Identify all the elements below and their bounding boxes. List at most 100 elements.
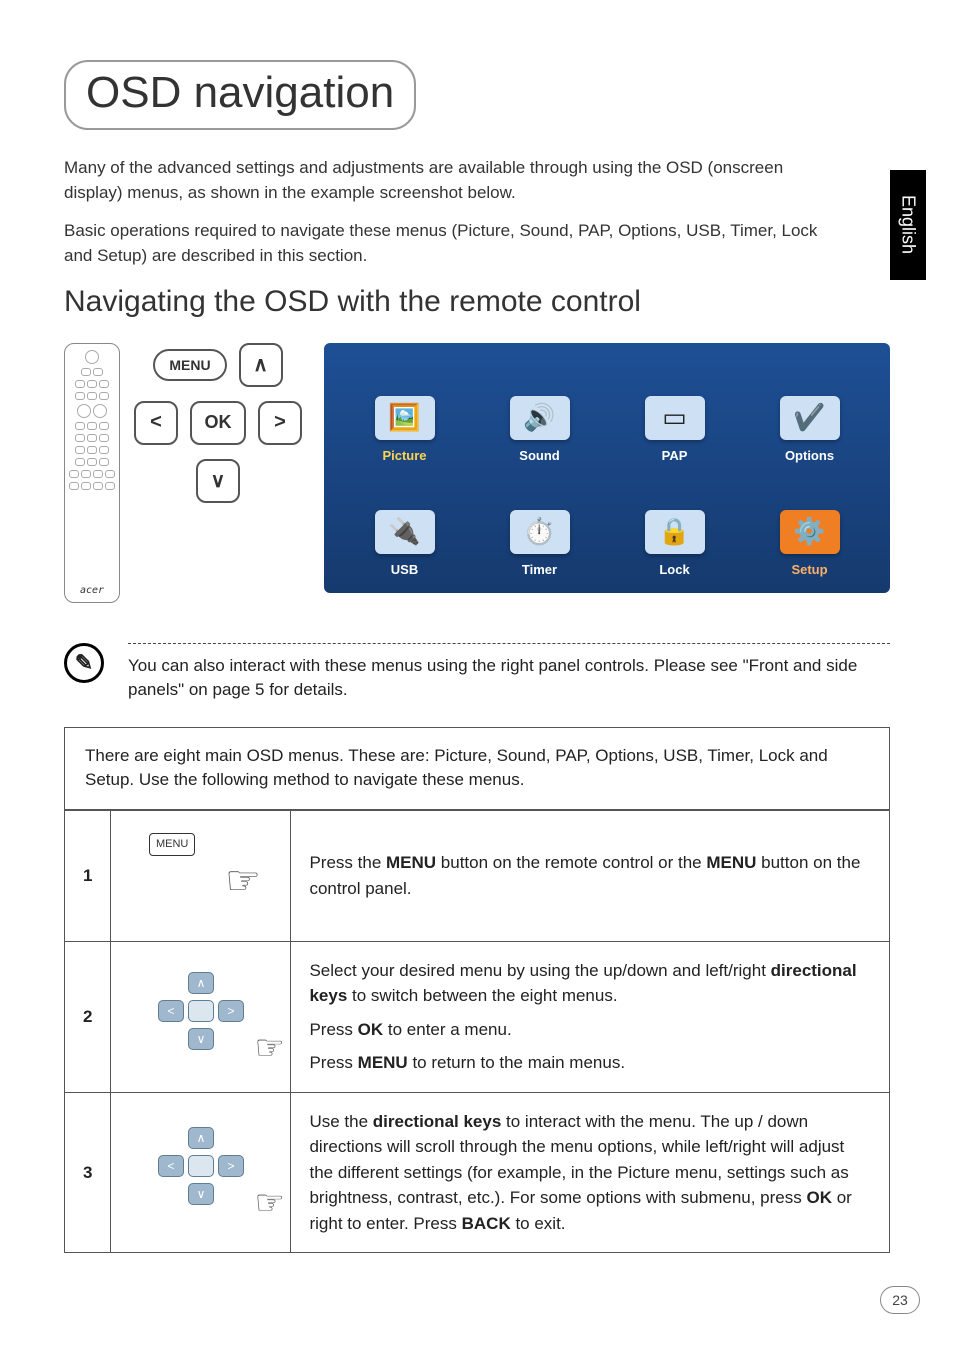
osd-tile-label: Sound [519,448,559,463]
bold-label: OK [806,1188,832,1207]
step-number: 1 [65,811,111,942]
picture-icon: 🖼️ [375,396,435,440]
step-graphic: MENU ☞ [111,811,291,942]
sound-icon: 🔊 [510,396,570,440]
hand-icon: ☞ [225,851,261,911]
language-label: English [898,195,919,254]
osd-tile-label: Options [785,448,834,463]
dpad-icon: ∧∨<>☞ [141,1127,261,1217]
dpad-right-icon: > [218,1000,244,1022]
text-run: Press the [309,853,386,872]
step-paragraph: Press the MENU button on the remote cont… [309,850,871,901]
step-graphic: ∧ ∨< > ☞ [111,941,291,1092]
osd-tile-label: Picture [382,448,426,463]
osd-tile-label: PAP [662,448,688,463]
text-run: Select your desired menu by using the up… [309,961,770,980]
steps-box: There are eight main OSD menus. These ar… [64,727,890,1253]
dpad-up-icon: ∧ [188,972,214,994]
osd-tile-sound: 🔊 Sound [477,359,602,463]
bold-label: MENU [386,853,436,872]
section-subtitle: Navigating the OSD with the remote contr… [64,285,890,319]
step-paragraph: Select your desired menu by using the up… [309,958,871,1009]
bold-label: BACK [462,1214,511,1233]
ok-key: OK [190,401,246,445]
dpad-ok-icon [188,1155,214,1177]
osd-tile-timer: ⏱️ Timer [477,473,602,577]
pap-icon: ▭ [645,396,705,440]
osd-panel: 🖼️ Picture 🔊 Sound ▭ PAP ✔️ Options 🔌 USB ⏱️ Timer 🔒… [324,343,890,593]
remote-key-group: MENU ∧ < OK > ∨ [134,343,302,503]
text-run: Press [309,1053,357,1072]
osd-tile-options: ✔️ Options [747,359,872,463]
dpad-down-icon: ∨ [188,1183,214,1205]
step-text: Select your desired menu by using the up… [291,941,889,1092]
intro-paragraph-1: Many of the advanced settings and adjust… [64,156,834,205]
hand-icon: ☞ [254,1178,284,1229]
osd-tile-pap: ▭ PAP [612,359,737,463]
language-tab: English [890,170,926,280]
figure-row: acer MENU ∧ < OK > ∨ 🖼️ Picture 🔊 Sound ▭ PAP… [64,343,890,603]
left-key: < [134,401,178,445]
text-run: button on the remote control or the [436,853,706,872]
page-title: OSD navigation [64,60,416,130]
dpad-down-icon: ∨ [188,1028,214,1050]
step-graphic: ∧∨<>☞ [111,1092,291,1252]
timer-icon: ⏱️ [510,510,570,554]
osd-tile-usb: 🔌 USB [342,473,467,577]
dpad-ok-icon [188,1000,214,1022]
dpad-icon: ∧∨<>☞ [141,972,261,1062]
osd-tile-label: Timer [522,562,557,577]
up-key: ∧ [239,343,283,387]
intro-paragraph-2: Basic operations required to navigate th… [64,219,834,268]
remote-brand: acer [80,585,104,596]
note-text: You can also interact with these menus u… [128,654,890,703]
bold-label: MENU [706,853,756,872]
lock-icon: 🔒 [645,510,705,554]
menu-press-icon: MENU ☞ [131,827,271,917]
step-row: 1 MENU ☞ Press the MENU button on the remot… [65,811,889,942]
osd-tile-label: Setup [791,562,827,577]
dpad-right-icon: > [218,1155,244,1177]
osd-tile-label: USB [391,562,418,577]
step-row: 2 ∧ ∨< > ☞ Select your desired menu by using … [65,941,889,1092]
dpad-left-icon: < [158,1000,184,1022]
step-text: Press the MENU button on the remote cont… [291,811,889,942]
right-key: > [258,401,302,445]
bold-label: directional keys [373,1112,502,1131]
note-block: ✎ You can also interact with these menus… [64,643,890,703]
remote-outline: acer [64,343,120,603]
text-run: to exit. [511,1214,566,1233]
page-number: 23 [892,1292,908,1308]
note-icon: ✎ [64,643,104,683]
osd-tile-setup: ⚙️ Setup [747,473,872,577]
note-separator [128,643,890,644]
osd-tile-picture: 🖼️ Picture [342,359,467,463]
step-text: Use the directional keys to interact wit… [291,1092,889,1252]
step-number: 3 [65,1092,111,1252]
step-row: 3∧∨<>☞Use the directional keys to intera… [65,1092,889,1252]
text-run: to enter a menu. [383,1020,512,1039]
bold-label: MENU [358,1053,408,1072]
down-key: ∨ [196,459,240,503]
step-paragraph: Press MENU to return to the main menus. [309,1050,871,1076]
text-run: Press [309,1020,357,1039]
setup-icon: ⚙️ [780,510,840,554]
usb-icon: 🔌 [375,510,435,554]
text-run: to switch between the eight menus. [347,986,617,1005]
remote-figure: acer MENU ∧ < OK > ∨ [64,343,302,603]
step-number: 2 [65,941,111,1092]
hand-icon: ☞ [254,1023,284,1074]
options-icon: ✔️ [780,396,840,440]
steps-intro: There are eight main OSD menus. These ar… [65,728,889,810]
step-paragraph: Use the directional keys to interact wit… [309,1109,871,1237]
menu-key: MENU [153,349,226,381]
steps-table: 1 MENU ☞ Press the MENU button on the remot… [65,810,889,1252]
osd-tile-lock: 🔒 Lock [612,473,737,577]
dpad-left-icon: < [158,1155,184,1177]
menu-key-icon: MENU [149,833,195,856]
bold-label: OK [358,1020,384,1039]
text-run: Use the [309,1112,372,1131]
page-number-badge: 23 [880,1286,920,1314]
text-run: to return to the main menus. [408,1053,625,1072]
osd-tile-label: Lock [659,562,689,577]
